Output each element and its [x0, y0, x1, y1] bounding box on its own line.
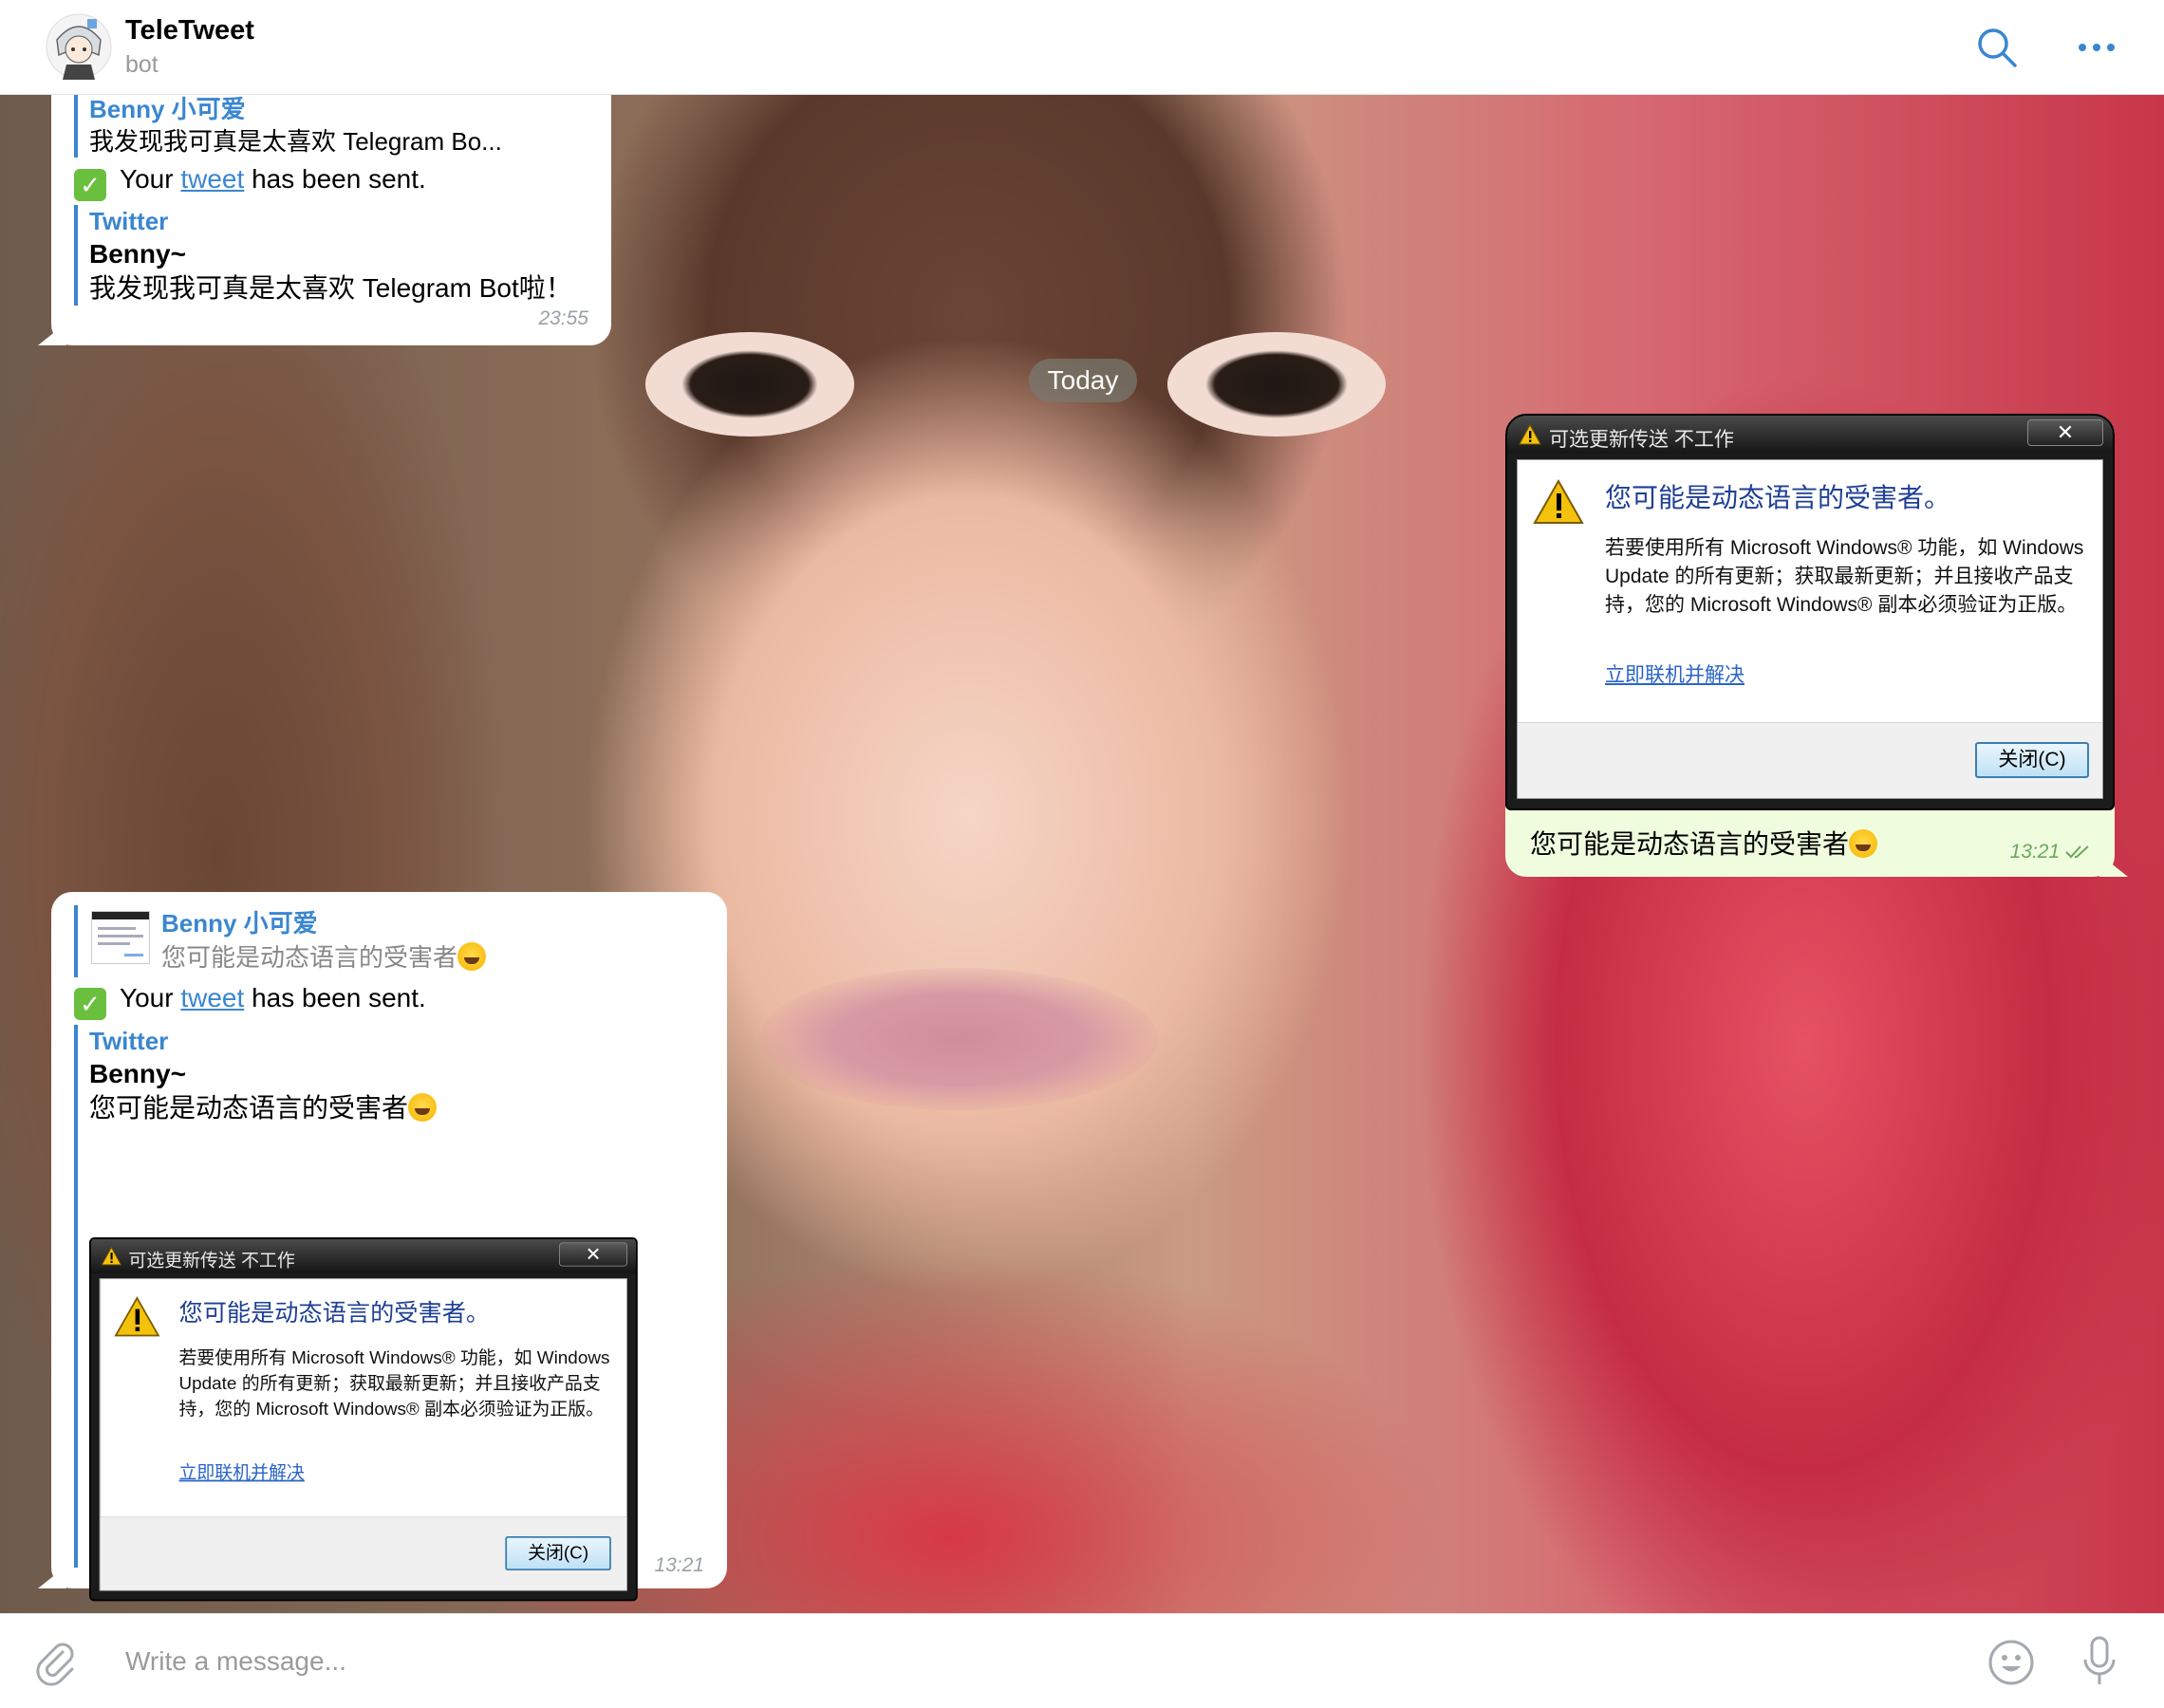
wallpaper-eye-right [1167, 332, 1386, 436]
photo-caption: 您可能是动态语言的受害者 [1530, 827, 1878, 862]
check-mark-icon: ✓ [74, 988, 106, 1020]
more-icon[interactable] [2075, 28, 2118, 66]
chat-status: bot [125, 51, 159, 78]
dialog-message: 若要使用所有 Microsoft Windows® 功能，如 Windows U… [1605, 537, 2084, 616]
bubble-tail [38, 1566, 66, 1588]
dialog-message: 若要使用所有 Microsoft Windows® 功能，如 Windows U… [178, 1348, 610, 1420]
emoji-icon[interactable] [1987, 1639, 2035, 1686]
photo-attachment[interactable]: 可选更新传送 不工作 ✕ 您可能是动态语言的受害者。 若要使用所有 Micros… [1505, 414, 2115, 810]
preview-text: 您可能是动态语言的受害者 [89, 1091, 438, 1125]
message-bubble-incoming[interactable]: Benny 小可爱 我发现我可真是太喜欢 Telegram Bo... ✓ You… [38, 95, 611, 345]
tears-of-joy-emoji [408, 1093, 438, 1122]
dialog-close-button: 关闭(C) [505, 1536, 611, 1570]
bot-avatar[interactable] [46, 11, 112, 82]
double-check-icon [2065, 845, 2089, 859]
paperclip-icon[interactable] [34, 1641, 80, 1686]
check-mark-icon: ✓ [74, 169, 106, 201]
message-time: 13:21 [2010, 841, 2092, 863]
preview-source: Twitter [89, 207, 169, 235]
message-time: 23:55 [538, 307, 588, 329]
microphone-icon[interactable] [2080, 1635, 2118, 1688]
bubble-tail [2099, 854, 2128, 877]
dialog-close-icon: ✕ [559, 1242, 627, 1267]
reply-author: Benny 小可爱 [89, 95, 246, 123]
dialog-title: 可选更新传送 不工作 [1549, 429, 1734, 451]
tears-of-joy-emoji [1849, 829, 1878, 858]
dialog-link: 立即联机并解决 [1605, 664, 1744, 686]
reply-text: 我发现我可真是太喜欢 Telegram Bo... [89, 127, 502, 156]
dialog-title: 可选更新传送 不工作 [128, 1251, 295, 1272]
dialog-heading: 您可能是动态语言的受害者。 [1605, 483, 1951, 512]
reply-quote[interactable]: Benny 小可爱 我发现我可真是太喜欢 Telegram Bo... [74, 95, 502, 158]
reply-thumbnail [91, 911, 150, 964]
warning-icon [1533, 479, 1584, 524]
chat-background: Benny 小可爱 我发现我可真是太喜欢 Telegram Bo... ✓ You… [0, 95, 2164, 1613]
dialog-close-icon: ✕ [2027, 419, 2103, 446]
dialog-link: 立即联机并解决 [178, 1462, 305, 1483]
preview-image[interactable]: 可选更新传送 不工作 ✕ 您可能是动态语言的受害者。 若要使用所有 Micros… [89, 1237, 638, 1602]
wallpaper-lips [759, 968, 1158, 1110]
chat-title[interactable]: TeleTweet [125, 15, 254, 46]
chat-header: TeleTweet bot [0, 0, 2164, 95]
reply-quote[interactable]: Benny 小可爱 您可能是动态语言的受害者 [74, 905, 487, 977]
date-separator: Today [1029, 359, 1137, 402]
preview-text: 我发现我可真是太喜欢 Telegram Bot啦！ [89, 273, 572, 303]
search-icon[interactable] [1976, 27, 2018, 68]
preview-author: Benny~ [89, 1059, 186, 1088]
sent-confirmation: ✓ Your tweet has been sent. [74, 162, 426, 201]
warning-icon [1519, 424, 1541, 445]
preview-author: Benny~ [89, 239, 186, 269]
sent-confirmation: ✓ Your tweet has been sent. [74, 981, 426, 1020]
tweet-link[interactable]: tweet [180, 164, 244, 194]
tears-of-joy-emoji [457, 942, 487, 971]
message-input[interactable] [125, 1641, 1929, 1682]
message-time: 13:21 [654, 1554, 704, 1576]
message-composer [0, 1613, 2164, 1708]
dialog-heading: 您可能是动态语言的受害者。 [178, 1299, 491, 1327]
message-bubble-outgoing[interactable]: 可选更新传送 不工作 ✕ 您可能是动态语言的受害者。 若要使用所有 Micros… [1505, 414, 2128, 877]
preview-source: Twitter [89, 1027, 169, 1055]
dialog-close-button: 关闭(C) [1975, 742, 2089, 778]
bubble-tail [38, 323, 66, 345]
reply-author: Benny 小可爱 [161, 909, 318, 938]
warning-icon [114, 1296, 160, 1337]
message-bubble-incoming[interactable]: Benny 小可爱 您可能是动态语言的受害者 ✓ Your tweet has b… [38, 892, 727, 1602]
warning-icon [101, 1246, 122, 1266]
wallpaper-eye-left [645, 332, 854, 436]
tweet-preview[interactable]: Twitter Benny~ 我发现我可真是太喜欢 Telegram Bot啦！ [74, 205, 572, 306]
reply-text: 您可能是动态语言的受害者 [161, 941, 487, 974]
tweet-link[interactable]: tweet [180, 983, 244, 1012]
